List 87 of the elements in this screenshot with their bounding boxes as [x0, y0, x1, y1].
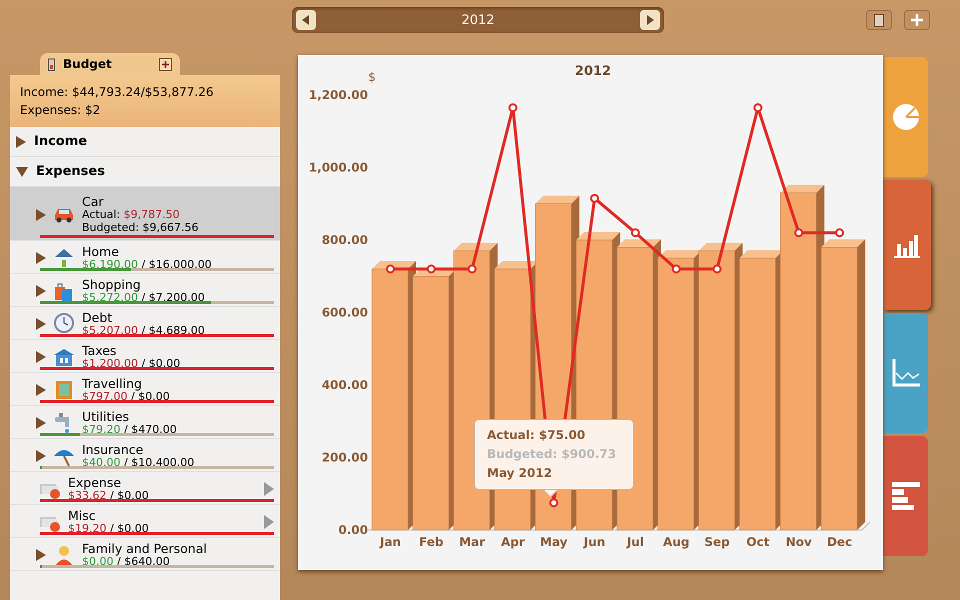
x-tick-label: Sep [704, 535, 730, 549]
y-tick-label: 200.00 [322, 450, 368, 464]
x-tick-label: May [540, 535, 568, 549]
data-point[interactable] [590, 194, 600, 203]
x-tick-label: Mar [459, 535, 486, 549]
x-tick-label: Jul [626, 535, 644, 549]
x-tick-label: Apr [501, 535, 525, 549]
item-actual: Actual: $9,787.50 [82, 208, 181, 221]
data-point[interactable] [630, 228, 640, 238]
data-point[interactable] [508, 103, 518, 112]
item-name: Home [82, 245, 120, 258]
year-label: 2012 [461, 12, 495, 28]
data-point[interactable] [672, 264, 681, 274]
line-chart-icon [892, 359, 920, 387]
item-name: Family and Personal [82, 542, 208, 555]
chart-type-tab[interactable] [883, 436, 928, 556]
right-arrow-icon [646, 15, 654, 25]
data-point[interactable] [426, 264, 436, 274]
battery-icon [48, 57, 55, 71]
x-tick-label: Nov [786, 535, 812, 549]
summary-text: Income: $44,793.24/$53,877.26 [20, 84, 214, 101]
previous-button[interactable] [296, 10, 316, 30]
x-tick-label: Dec [826, 535, 852, 549]
item-name: Misc [68, 509, 97, 522]
data-point[interactable] [753, 103, 762, 112]
bar-chart-icon [894, 232, 920, 258]
tooltip-period: May 2012 [487, 465, 554, 482]
tooltip-actual: Actual: $75.00 [487, 427, 586, 444]
budget-item[interactable]: Car Actual: $9,787.50 Budgeted: $9,667.56 [10, 187, 280, 241]
x-tick-label: Feb [419, 535, 444, 549]
y-tick-label: 1,200.00 [308, 88, 368, 102]
summary-text: Expenses: $2 [20, 102, 102, 119]
shopping-bags-icon [55, 284, 72, 301]
disclosure-triangle-icon[interactable] [36, 208, 46, 220]
data-point[interactable] [835, 228, 844, 238]
add-button[interactable] [904, 10, 930, 30]
item-name: Travelling [82, 377, 143, 390]
papers-icon [40, 517, 60, 532]
x-tick-label: Aug [663, 535, 690, 549]
item-name: Debt [82, 311, 114, 324]
x-tick-label: Jan [380, 535, 401, 549]
chart-type-tab[interactable] [883, 313, 928, 433]
document-icon [874, 14, 884, 26]
budget-tab[interactable]: Budget [40, 53, 180, 75]
data-point[interactable] [549, 498, 558, 508]
data-point[interactable] [468, 264, 477, 274]
umbrella-icon [54, 450, 74, 466]
item-name: Expense [68, 476, 122, 489]
data-point[interactable] [712, 264, 722, 274]
y-tick-label: 400.00 [322, 378, 368, 392]
x-tick-label: Jun [584, 535, 606, 549]
left-arrow-icon [302, 15, 310, 25]
document-button[interactable] [866, 10, 892, 30]
house-icon [55, 249, 73, 267]
clock-icon [54, 313, 74, 333]
item-name: Utilities [82, 410, 130, 423]
faucet-icon [55, 413, 69, 433]
x-tick-label: Oct [746, 535, 770, 549]
group-label[interactable]: Expenses [36, 164, 105, 179]
chart-type-tab[interactable] [883, 57, 928, 177]
y-tick-label: 800.00 [322, 233, 368, 247]
tooltip-budgeted: Budgeted: $900.73 [487, 446, 618, 463]
item-name: Car [82, 195, 105, 208]
chart-title: 2012 [574, 64, 612, 79]
data-point[interactable] [794, 228, 804, 238]
papers-icon [40, 484, 60, 499]
building-icon [54, 349, 74, 366]
item-budgeted: Budgeted: $9,667.56 [82, 221, 200, 234]
group-label[interactable]: Income [34, 134, 88, 149]
picture-frame-icon [56, 381, 72, 399]
chart-type-tab[interactable] [883, 180, 931, 310]
disclosure-triangle-icon[interactable] [16, 166, 28, 176]
car-icon [55, 208, 73, 222]
plus-icon[interactable] [159, 58, 172, 70]
y-tick-label: 0.00 [338, 523, 368, 537]
item-name: Taxes [82, 344, 118, 357]
horizontal-bar-chart-icon [892, 482, 920, 510]
plus-icon [911, 14, 923, 26]
item-name: Shopping [82, 278, 142, 291]
y-axis-label: $ [368, 70, 376, 84]
data-point[interactable] [386, 264, 395, 274]
next-button[interactable] [640, 10, 660, 30]
disclosure-triangle-icon[interactable] [16, 136, 26, 148]
item-name: Insurance [82, 443, 144, 456]
y-tick-label: 1,000.00 [308, 160, 368, 174]
pie-chart-icon [892, 103, 920, 131]
y-tick-label: 600.00 [322, 306, 368, 320]
